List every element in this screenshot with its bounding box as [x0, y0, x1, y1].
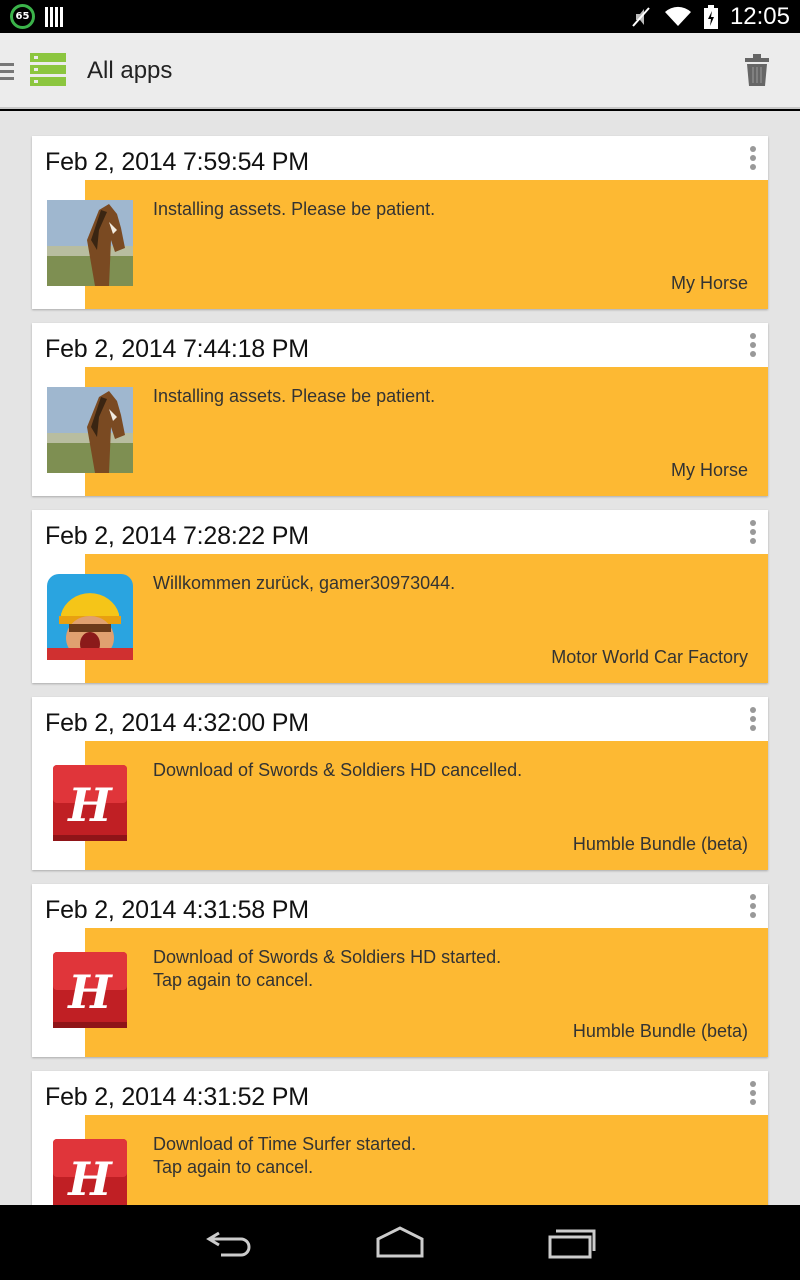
notification-time: Feb 2, 2014 4:31:52 PM [45, 1083, 309, 1111]
humble-app-icon: H [47, 948, 133, 1034]
notification-time: Feb 2, 2014 4:31:58 PM [45, 896, 309, 924]
barcode-icon [45, 6, 63, 27]
notification-app-name: Humble Bundle (beta) [572, 1021, 748, 1041]
horse-app-icon [47, 200, 133, 286]
notification-message: Download of Swords & Soldiers HD started… [153, 946, 501, 992]
notification-message-line: Download of Time Surfer started. [153, 1134, 417, 1154]
clock: 12:05 [729, 2, 790, 30]
svg-text:H: H [66, 778, 113, 832]
page-title[interactable]: All apps [87, 57, 172, 85]
wifi-icon [664, 6, 691, 26]
drawer-icon[interactable] [0, 63, 14, 81]
notification-count-icon: 65 [10, 4, 35, 29]
notification-app-name: Humble Bundle (beta) [572, 834, 748, 854]
overflow-menu-icon[interactable] [750, 707, 758, 733]
recents-icon[interactable] [547, 1225, 597, 1259]
notification-card[interactable]: Feb 2, 2014 7:28:22 PM Willkommen zurück,… [32, 510, 768, 683]
overflow-menu-icon[interactable] [750, 146, 758, 172]
navigation-bar [0, 1205, 800, 1280]
notification-card[interactable]: Feb 2, 2014 4:31:58 PM H Download of Sword… [32, 884, 768, 1057]
notification-message-line: Tap again to cancel. [153, 1157, 314, 1177]
notification-app-name: Motor World Car Factory [551, 647, 748, 667]
notification-message-line: Download of Swords & Soldiers HD started… [153, 947, 502, 967]
battery-charging-icon [703, 4, 718, 29]
notification-card[interactable]: Feb 2, 2014 4:32:00 PM H Download of Sword… [32, 697, 768, 870]
notification-message-line: Installing assets. Please be patient. [153, 386, 436, 406]
notification-message: Installing assets. Please be patient. [153, 385, 435, 408]
notification-count: 65 [15, 11, 30, 22]
notification-message-line: Installing assets. Please be patient. [153, 199, 436, 219]
notification-message: Willkommen zurück, gamer30973044. [153, 572, 455, 595]
app-logo-icon[interactable] [30, 53, 66, 86]
notification-message: Download of Swords & Soldiers HD cancell… [153, 759, 522, 782]
svg-text:H: H [66, 1152, 113, 1205]
trash-icon[interactable] [744, 53, 770, 87]
notification-list[interactable]: Feb 2, 2014 7:59:54 PM Installing assets.… [0, 111, 800, 1205]
notification-message-line: Tap again to cancel. [153, 970, 314, 990]
notification-time: Feb 2, 2014 4:32:00 PM [45, 709, 309, 737]
notification-app-name: My Horse [670, 460, 748, 480]
status-bar: 65 12:05 [0, 0, 800, 33]
overflow-menu-icon[interactable] [750, 1081, 758, 1107]
action-bar: All apps [0, 33, 800, 109]
notification-card[interactable]: Feb 2, 2014 7:44:18 PM Installing assets.… [32, 323, 768, 496]
muted-icon [632, 6, 650, 27]
humble-app-icon: H [47, 761, 133, 847]
notification-time: Feb 2, 2014 7:59:54 PM [45, 148, 309, 176]
svg-text:H: H [66, 965, 113, 1019]
notification-message-line: Willkommen zurück, gamer30973044. [153, 573, 456, 593]
notification-card[interactable]: Feb 2, 2014 7:59:54 PM Installing assets.… [32, 136, 768, 309]
notification-message: Installing assets. Please be patient. [153, 198, 435, 221]
horse-app-icon [47, 387, 133, 473]
notification-time: Feb 2, 2014 7:44:18 PM [45, 335, 309, 363]
notification-message: Download of Time Surfer started. Tap agai… [153, 1133, 416, 1179]
home-icon[interactable] [375, 1225, 425, 1259]
overflow-menu-icon[interactable] [750, 894, 758, 920]
notification-card[interactable]: Feb 2, 2014 4:31:52 PM H Download of Time … [32, 1071, 768, 1205]
notification-message-line: Download of Swords & Soldiers HD cancell… [153, 760, 523, 780]
notification-app-name: My Horse [670, 273, 748, 293]
humble-app-icon: H [47, 1135, 133, 1205]
back-icon[interactable] [205, 1225, 255, 1259]
overflow-menu-icon[interactable] [750, 520, 758, 546]
motorworld-app-icon [47, 574, 133, 660]
notification-time: Feb 2, 2014 7:28:22 PM [45, 522, 309, 550]
overflow-menu-icon[interactable] [750, 333, 758, 359]
